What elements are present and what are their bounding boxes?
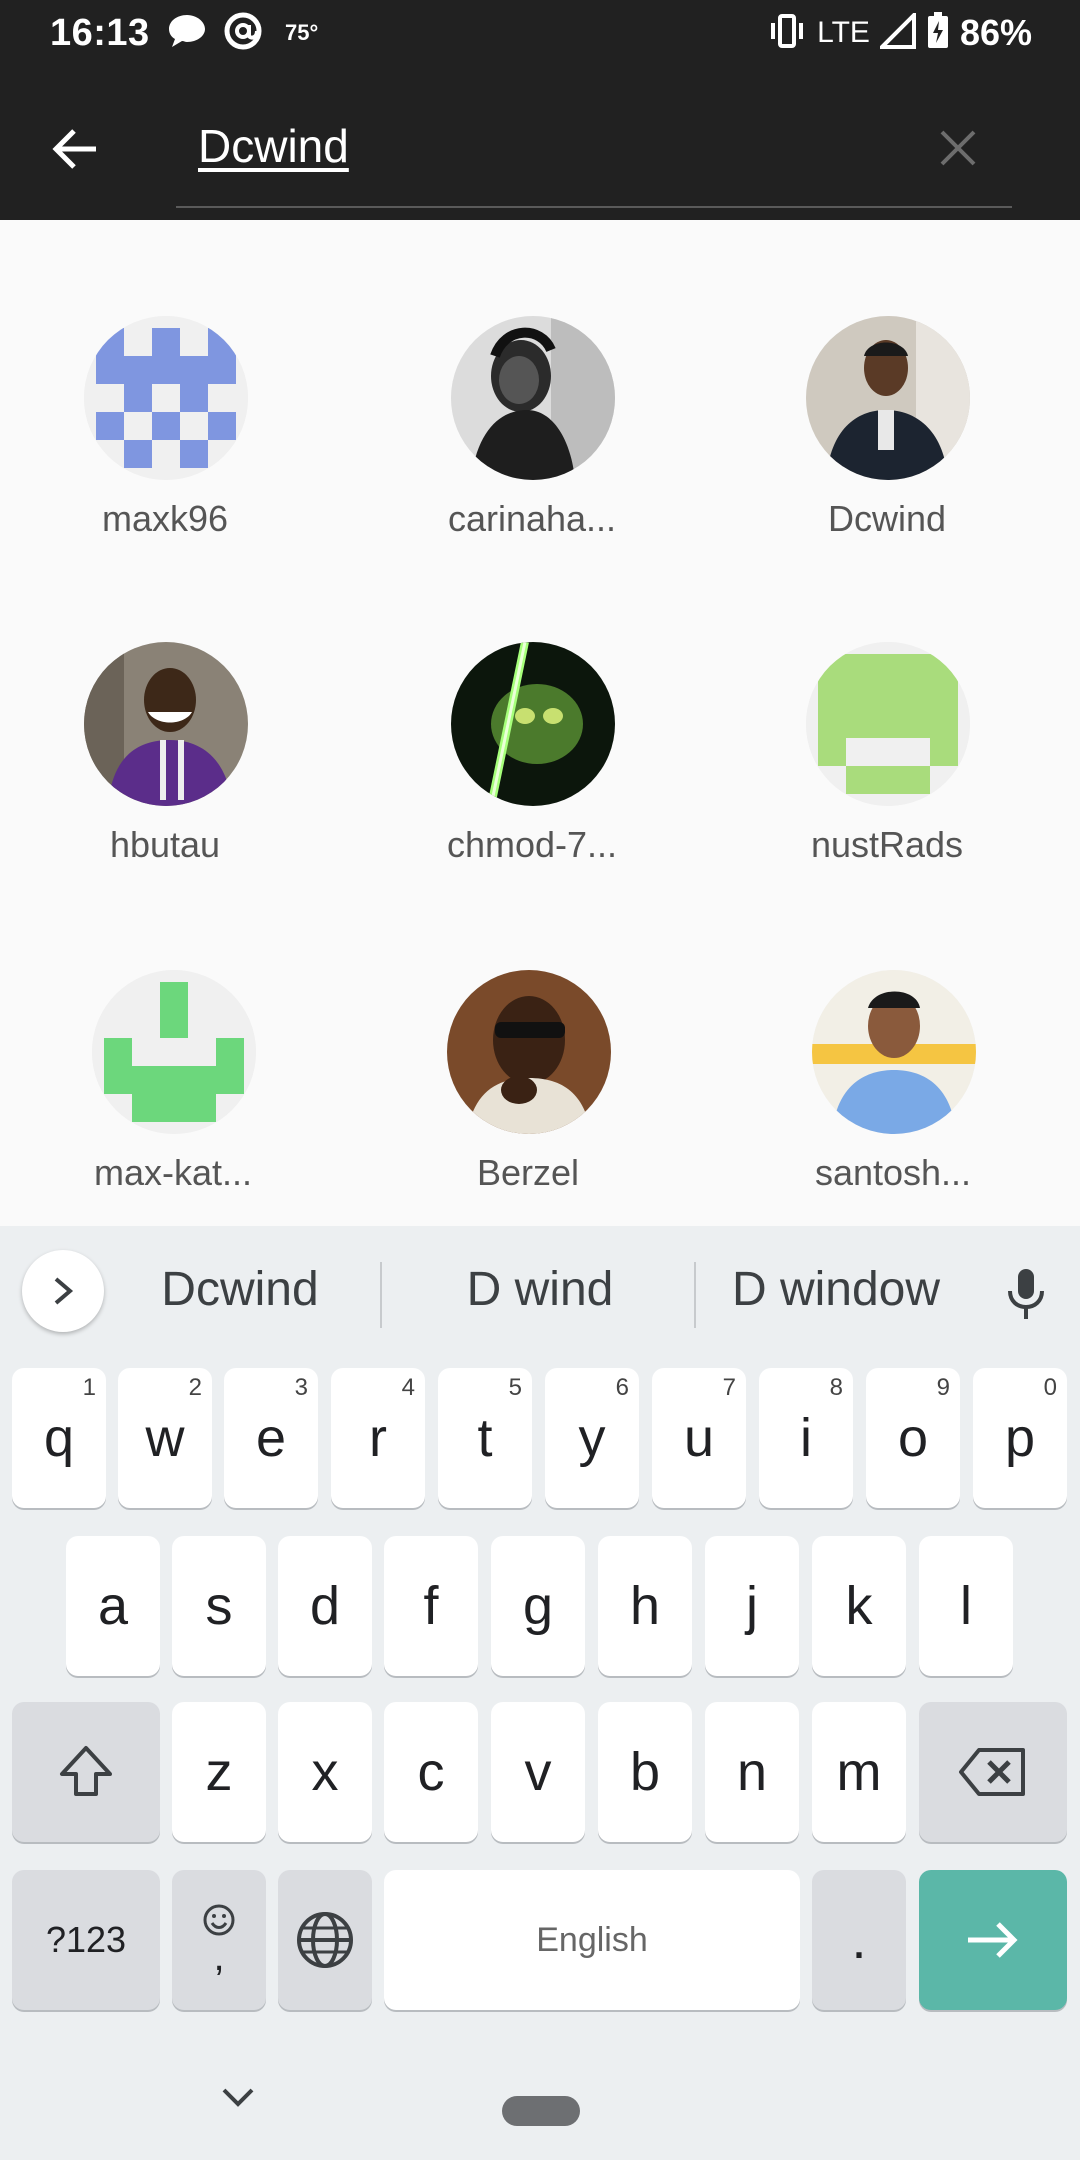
user-results-grid: maxk96 carinaha... Dcwind hbutau chmod-7… <box>0 220 1080 1226</box>
key-b[interactable]: b <box>598 1702 692 1842</box>
symbols-key[interactable]: ?123 <box>12 1870 160 2010</box>
key-m[interactable]: m <box>812 1702 906 1842</box>
soft-keyboard: Dcwind D wind D window q1 w2 e3 r4 t5 y6… <box>0 1226 1080 2160</box>
key-y[interactable]: y6 <box>545 1368 639 1508</box>
key-x[interactable]: x <box>278 1702 372 1842</box>
shift-icon <box>60 1746 112 1796</box>
avatar <box>806 642 970 806</box>
key-u[interactable]: u7 <box>652 1368 746 1508</box>
key-a[interactable]: a <box>66 1536 160 1676</box>
vibrate-icon <box>767 13 807 54</box>
enter-key[interactable] <box>919 1870 1067 2010</box>
clear-search-button[interactable] <box>928 118 988 178</box>
user-name: chmod-7... <box>446 824 618 865</box>
key-f[interactable]: f <box>384 1536 478 1676</box>
emoji-icon <box>203 1904 235 1936</box>
period-key[interactable]: . <box>812 1870 906 2010</box>
divider <box>380 1262 382 1328</box>
user-name: nustRads <box>810 824 964 865</box>
key-z[interactable]: z <box>172 1702 266 1842</box>
user-name: santosh... <box>814 1152 972 1193</box>
key-k[interactable]: k <box>812 1536 906 1676</box>
avatar <box>84 316 248 480</box>
chevron-down-icon[interactable] <box>218 2082 258 2112</box>
key-v[interactable]: v <box>491 1702 585 1842</box>
key-h[interactable]: h <box>598 1536 692 1676</box>
key-t[interactable]: t5 <box>438 1368 532 1508</box>
user-name: Dcwind <box>827 498 947 539</box>
avatar <box>84 642 248 806</box>
user-result[interactable]: santosh... <box>728 970 1028 1210</box>
network-type: LTE <box>817 16 870 49</box>
microphone-icon <box>1008 1269 1044 1319</box>
suggestion-1[interactable]: Dcwind <box>120 1262 360 1317</box>
backspace-icon <box>959 1748 1025 1796</box>
key-i[interactable]: i8 <box>759 1368 853 1508</box>
suggestion-bar: Dcwind D wind D window <box>0 1226 1080 1356</box>
user-result[interactable]: hbutau <box>0 642 300 882</box>
comma-emoji-key[interactable]: , <box>172 1870 266 2010</box>
navigation-bar <box>0 2036 1080 2160</box>
suggestion-3[interactable]: D window <box>716 1262 956 1317</box>
key-d[interactable]: d <box>278 1536 372 1676</box>
user-result[interactable]: nustRads <box>722 642 1022 882</box>
close-icon <box>940 130 976 166</box>
key-g[interactable]: g <box>491 1536 585 1676</box>
avatar <box>812 970 976 1134</box>
key-n[interactable]: n <box>705 1702 799 1842</box>
avatar <box>806 316 970 480</box>
avatar <box>451 316 615 480</box>
user-result[interactable]: Dcwind <box>722 316 1022 556</box>
avatar <box>451 642 615 806</box>
user-result[interactable]: Berzel <box>363 970 663 1210</box>
user-name: carinaha... <box>447 498 617 539</box>
back-button[interactable] <box>40 114 110 184</box>
globe-icon <box>297 1912 353 1968</box>
user-result[interactable]: chmod-7... <box>367 642 667 882</box>
suggestion-2[interactable]: D wind <box>420 1262 660 1317</box>
key-r[interactable]: r4 <box>331 1368 425 1508</box>
user-name: maxk96 <box>101 498 229 539</box>
backspace-key[interactable] <box>919 1702 1067 1842</box>
user-result[interactable]: carinaha... <box>367 316 667 556</box>
user-name: hbutau <box>109 824 221 865</box>
chat-icon <box>165 11 209 56</box>
key-q[interactable]: q1 <box>12 1368 106 1508</box>
at-sign-icon <box>223 11 263 56</box>
status-temperature: 75° <box>285 20 319 45</box>
search-input[interactable] <box>198 106 918 186</box>
battery-charging-icon <box>926 11 950 55</box>
chevron-right-icon <box>54 1277 74 1305</box>
home-handle[interactable] <box>502 2096 580 2126</box>
key-p[interactable]: p0 <box>973 1368 1067 1508</box>
battery-percent: 86% <box>959 12 1032 53</box>
voice-input-button[interactable] <box>996 1260 1056 1326</box>
user-result[interactable]: maxk96 <box>0 316 300 556</box>
key-o[interactable]: o9 <box>866 1368 960 1508</box>
key-c[interactable]: c <box>384 1702 478 1842</box>
avatar <box>92 970 256 1134</box>
user-name: max-kat... <box>93 1152 253 1193</box>
signal-icon <box>877 9 916 54</box>
arrow-right-icon <box>968 1922 1018 1958</box>
key-j[interactable]: j <box>705 1536 799 1676</box>
key-w[interactable]: w2 <box>118 1368 212 1508</box>
avatar <box>447 970 611 1134</box>
language-key[interactable] <box>278 1870 372 2010</box>
divider <box>694 1262 696 1328</box>
user-name: Berzel <box>476 1152 580 1193</box>
status-time: 16:13 <box>50 12 150 54</box>
key-e[interactable]: e3 <box>224 1368 318 1508</box>
user-result[interactable]: max-kat... <box>8 970 308 1210</box>
shift-key[interactable] <box>12 1702 160 1842</box>
arrow-left-icon <box>52 129 96 169</box>
space-key[interactable]: English <box>384 1870 800 2010</box>
expand-toolbar-button[interactable] <box>22 1250 104 1332</box>
key-l[interactable]: l <box>919 1536 1013 1676</box>
search-underline <box>176 206 1012 208</box>
status-bar: 16:13 75° LTE 86% <box>0 0 1080 66</box>
search-app-bar <box>0 66 1080 220</box>
key-s[interactable]: s <box>172 1536 266 1676</box>
